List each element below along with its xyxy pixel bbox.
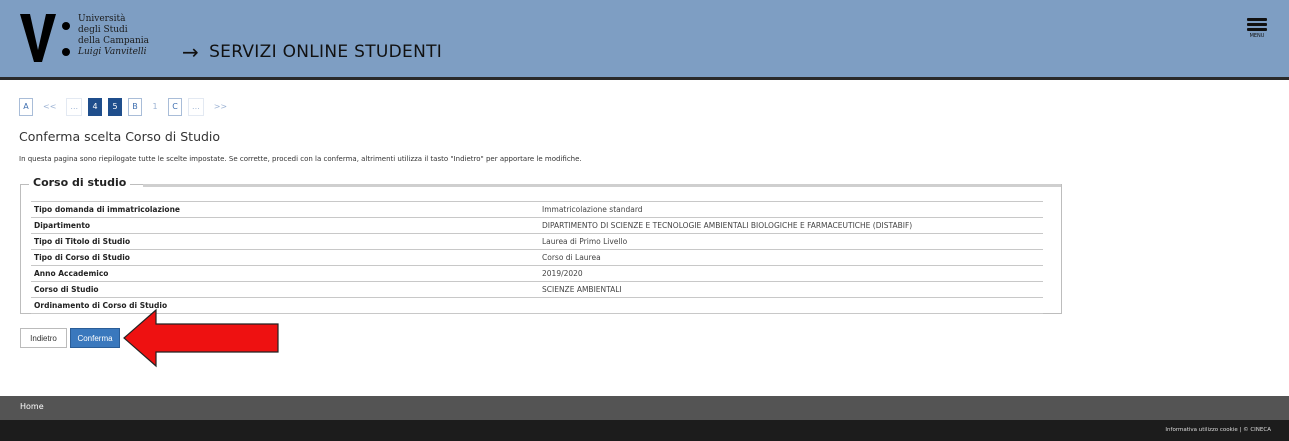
logo-dot-top [62, 22, 70, 30]
table-row: Tipo domanda di immatricolazione Immatri… [31, 201, 1043, 218]
step-last[interactable]: >> [209, 98, 232, 116]
page-intro: In questa pagina sono riepilogate tutte … [19, 155, 582, 163]
menu-button[interactable]: MENU [1245, 16, 1269, 39]
university-logo-v[interactable] [20, 10, 56, 66]
menu-label: MENU [1249, 33, 1265, 39]
step-ellipsis: ... [188, 98, 204, 116]
step-4[interactable]: 4 [88, 98, 103, 116]
row-label: Tipo domanda di immatricolazione [31, 201, 539, 218]
table-row: Anno Accademico 2019/2020 [31, 265, 1043, 282]
arrow-right-icon: → [182, 40, 200, 64]
row-value: Immatricolazione standard [539, 201, 1043, 218]
table-row: Corso di Studio SCIENZE AMBIENTALI [31, 281, 1043, 298]
row-value: Laurea di Primo Livello [539, 233, 1043, 250]
row-value: 2019/2020 [539, 265, 1043, 282]
table-row: Dipartimento DIPARTIMENTO DI SCIENZE E T… [31, 217, 1043, 234]
header-title-text: SERVIZI ONLINE STUDENTI [209, 42, 443, 62]
row-label: Ordinamento di Corso di Studio [31, 297, 539, 314]
hamburger-bar [1247, 23, 1267, 26]
university-line-3: della Campania [78, 36, 150, 46]
university-line-2: degli Studi [78, 25, 128, 35]
step-5-current[interactable]: 5 [108, 98, 123, 116]
legend-divider [143, 184, 1061, 187]
row-label: Tipo di Corso di Studio [31, 249, 539, 266]
footer-bottom: Informativa utilizzo cookie | © CINECA [0, 420, 1289, 441]
step-ellipsis: ... [66, 98, 83, 116]
row-value [539, 297, 1043, 314]
page-title: Conferma scelta Corso di Studio [19, 129, 221, 144]
header-title: → SERVIZI ONLINE STUDENTI [182, 40, 442, 64]
arrow-left-icon [123, 308, 279, 368]
site-header: Università degli Studi della Campania Lu… [0, 0, 1289, 80]
step-b[interactable]: B [128, 98, 143, 116]
row-value: SCIENZE AMBIENTALI [539, 281, 1043, 298]
cookie-copyright-link[interactable]: Informativa utilizzo cookie | © CINECA [1165, 427, 1271, 433]
fieldset-legend: Corso di studio [29, 176, 131, 189]
table-row: Tipo di Corso di Studio Corso di Laurea [31, 249, 1043, 266]
conferma-button[interactable]: Conferma [70, 328, 120, 348]
step-navigation: A << ... 4 5 B 1 C ... >> [19, 98, 232, 116]
footer-nav: Home [0, 396, 1289, 420]
logo-dots [62, 22, 70, 74]
step-c[interactable]: C [168, 98, 183, 116]
hamburger-bar [1247, 28, 1267, 31]
home-link[interactable]: Home [20, 402, 44, 411]
university-line-1: Università [78, 14, 126, 24]
red-arrow-annotation-icon [123, 308, 279, 368]
table-row: Tipo di Titolo di Studio Laurea di Primo… [31, 233, 1043, 250]
logo-dot-bottom [62, 48, 70, 56]
hamburger-icon [1247, 18, 1267, 21]
university-name: Università degli Studi della Campania Lu… [78, 14, 149, 58]
corso-di-studio-fieldset: Corso di studio Tipo domanda di immatric… [20, 176, 1062, 314]
row-label: Corso di Studio [31, 281, 539, 298]
summary-table: Tipo domanda di immatricolazione Immatri… [31, 201, 1043, 314]
row-label: Dipartimento [31, 217, 539, 234]
row-value: Corso di Laurea [539, 249, 1043, 266]
row-value: DIPARTIMENTO DI SCIENZE E TECNOLOGIE AMB… [539, 217, 1043, 234]
step-first[interactable]: << [39, 98, 61, 116]
row-label: Anno Accademico [31, 265, 539, 282]
step-1[interactable]: 1 [148, 98, 163, 116]
indietro-button[interactable]: Indietro [20, 328, 67, 348]
university-line-4: Luigi Vanvitelli [78, 47, 147, 57]
row-label: Tipo di Titolo di Studio [31, 233, 539, 250]
step-a[interactable]: A [19, 98, 33, 116]
